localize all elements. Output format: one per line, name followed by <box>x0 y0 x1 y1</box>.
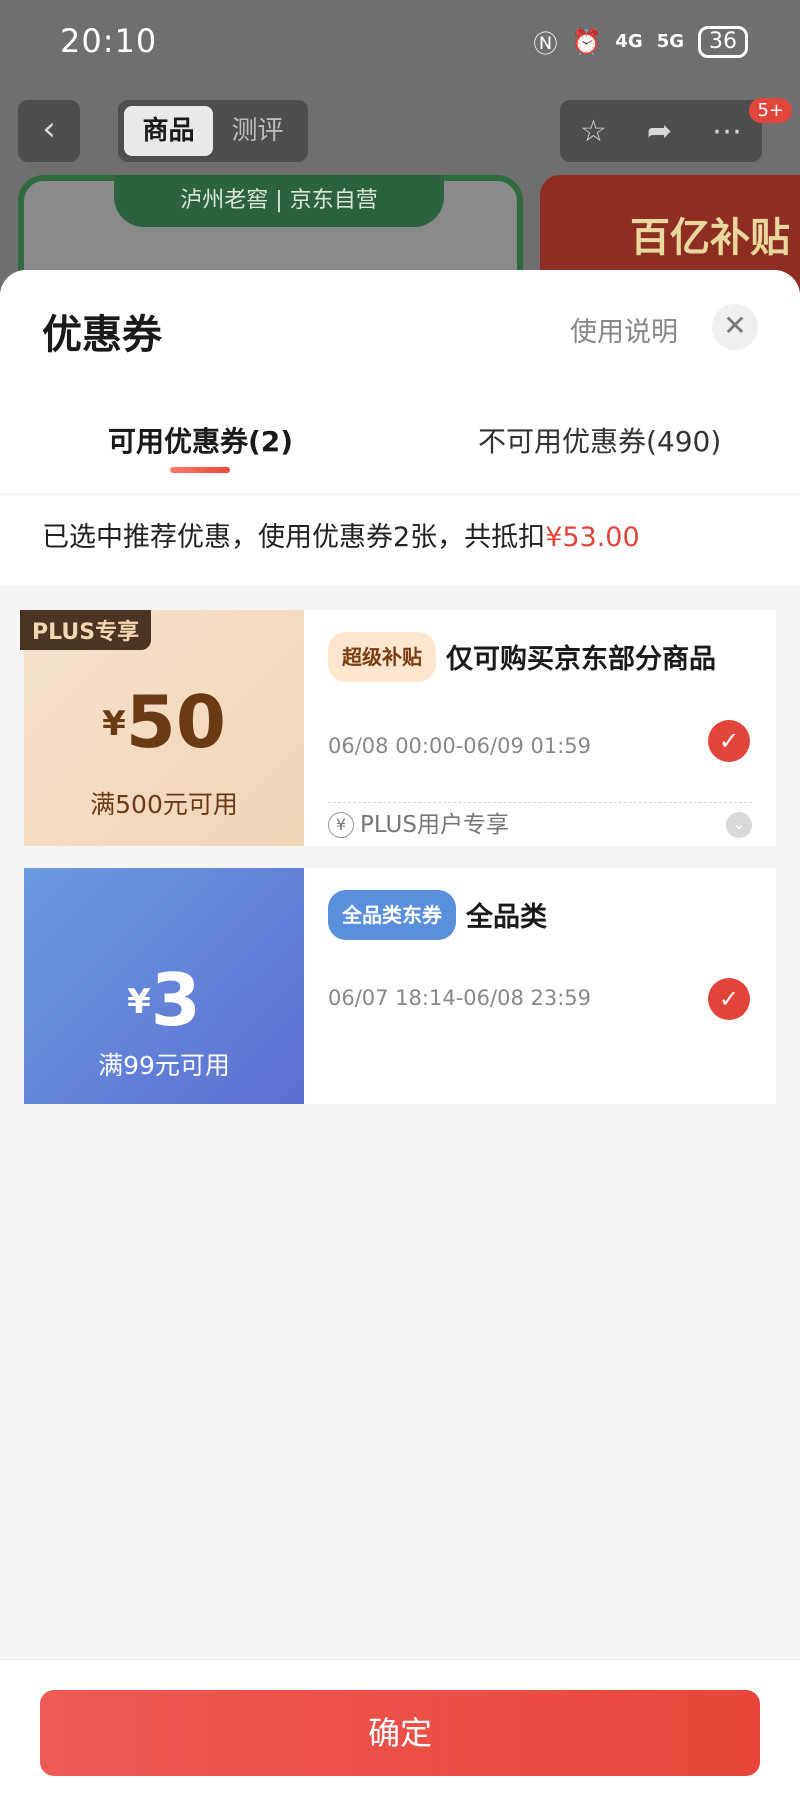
selection-summary: 已选中推荐优惠，使用优惠券2张，共抵扣¥53.00 <box>0 495 800 585</box>
header-actions: ☆ ➦ ⋯ <box>560 100 762 162</box>
coupon-value: ¥50 <box>24 680 304 764</box>
star-icon[interactable]: ☆ <box>580 114 607 149</box>
coupon-condition: 满500元可用 <box>90 790 238 819</box>
coupon-validity: 06/08 00:00-06/09 01:59 <box>328 734 592 758</box>
check-icon[interactable]: ✓ <box>708 978 750 1020</box>
header-tabs: 商品 测评 <box>118 100 308 162</box>
nfc-icon: Ⓝ <box>533 30 558 58</box>
tab-available-coupons[interactable]: 可用优惠券(2) <box>108 420 293 460</box>
currency-symbol: ¥ <box>102 704 126 744</box>
background-page: 20:10 Ⓝ ⏰ 4G 5G 36 ‹ 商品 测评 ☆ ➦ ⋯ 5+ 泸州老窖… <box>0 0 800 300</box>
sheet-title: 优惠券 <box>42 312 162 358</box>
alarm-icon: ⏰ <box>571 27 602 56</box>
coupon-title-block: 全品类东券 全品类 <box>328 890 716 940</box>
back-button[interactable]: ‹ <box>18 100 80 162</box>
status-bar: 20:10 Ⓝ ⏰ 4G 5G 36 <box>0 0 800 90</box>
signal-5g-icon: 5G <box>656 31 684 52</box>
coupon-amount: 3 <box>150 958 201 1042</box>
coupon-card[interactable]: ¥3 满99元可用 全品类东券 全品类 06/07 18:14-06/08 23:… <box>18 868 776 1104</box>
check-icon[interactable]: ✓ <box>708 720 750 762</box>
share-icon[interactable]: ➦ <box>647 114 672 149</box>
product-brand-banner: 泸州老窖 | 京东自营 <box>114 175 444 227</box>
tab-unavailable-coupons[interactable]: 不可用优惠券(490) <box>478 420 721 460</box>
status-icons: Ⓝ ⏰ 4G 5G 36 <box>533 24 748 59</box>
coupon-title: 全品类 <box>466 902 547 933</box>
tab-product[interactable]: 商品 <box>124 106 213 156</box>
coupon-footer[interactable]: ¥ PLUS用户专享 ⌄ <box>328 802 752 846</box>
yen-circle-icon: ¥ <box>328 812 354 838</box>
more-icon[interactable]: ⋯ <box>712 114 742 149</box>
coupon-tag: 全品类东券 <box>328 890 456 940</box>
coupon-tag: 超级补贴 <box>328 632 436 682</box>
close-icon: ✕ <box>723 309 747 342</box>
coupon-amount: 50 <box>125 680 226 764</box>
summary-amount: ¥53.00 <box>545 522 640 553</box>
battery-icon: 36 <box>698 25 748 58</box>
top-nav-bar: ‹ 商品 测评 ☆ ➦ ⋯ 5+ <box>0 98 800 164</box>
signal-4g-icon: 4G <box>615 31 643 52</box>
bottom-action-bar: 确定 <box>0 1659 800 1793</box>
usage-instructions-link[interactable]: 使用说明 <box>570 310 678 349</box>
coupon-value-panel: PLUS专享 ¥50 满500元可用 <box>18 610 304 846</box>
confirm-button[interactable]: 确定 <box>40 1690 760 1776</box>
sheet-header: 优惠券 使用说明 ✕ 可用优惠券(2) 不可用优惠券(490) <box>0 270 800 495</box>
chevron-down-icon[interactable]: ⌄ <box>726 812 752 838</box>
coupon-value: ¥3 <box>24 958 304 1042</box>
chevron-left-icon: ‹ <box>42 109 56 149</box>
coupon-card[interactable]: PLUS专享 ¥50 满500元可用 超级补贴 仅可购买京东部分商品 06/08 … <box>18 610 776 846</box>
coupon-title: 仅可购买京东部分商品 <box>446 644 716 675</box>
message-badge: 5+ <box>749 98 792 123</box>
active-tab-indicator <box>170 467 230 473</box>
coupon-sheet: 优惠券 使用说明 ✕ 可用优惠券(2) 不可用优惠券(490) 已选中推荐优惠，… <box>0 270 800 1793</box>
coupon-list: PLUS专享 ¥50 满500元可用 超级补贴 仅可购买京东部分商品 06/08 … <box>18 610 776 1126</box>
currency-symbol: ¥ <box>127 982 151 1022</box>
status-time: 20:10 <box>60 22 158 60</box>
coupon-footer-text: PLUS用户专享 <box>360 812 509 838</box>
coupon-details: 超级补贴 仅可购买京东部分商品 06/08 00:00-06/09 01:59 ✓… <box>304 610 776 846</box>
coupon-details: 全品类东券 全品类 06/07 18:14-06/08 23:59 ✓ <box>304 868 776 1104</box>
close-button[interactable]: ✕ <box>712 304 758 350</box>
tab-review[interactable]: 测评 <box>213 106 302 156</box>
summary-text: 已选中推荐优惠，使用优惠券2张，共抵扣 <box>42 522 546 553</box>
coupon-condition: 满99元可用 <box>98 1051 230 1080</box>
plus-exclusive-badge: PLUS专享 <box>20 610 152 650</box>
coupon-validity: 06/07 18:14-06/08 23:59 <box>328 986 592 1010</box>
coupon-title-block: 超级补贴 仅可购买京东部分商品 <box>328 632 716 682</box>
subsidy-text: 百亿补贴 <box>630 215 790 261</box>
coupon-value-panel: ¥3 满99元可用 <box>18 868 304 1104</box>
